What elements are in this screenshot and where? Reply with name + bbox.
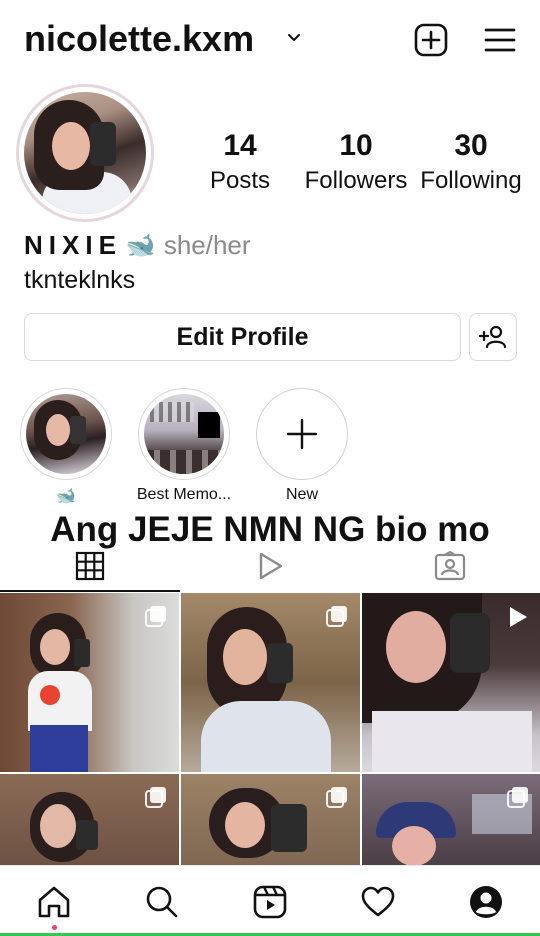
plus-icon	[286, 418, 318, 450]
menu-icon[interactable]	[482, 22, 518, 58]
multi-icon	[507, 787, 528, 808]
chevron-down-icon[interactable]	[286, 30, 302, 46]
profile-icon	[470, 886, 502, 918]
new-highlight-button[interactable]: New	[256, 388, 348, 503]
highlight-label: New	[285, 486, 318, 503]
followers-label: Followers	[304, 167, 408, 194]
tagged-icon	[434, 551, 466, 581]
nav-home[interactable]	[34, 882, 74, 922]
following-label: Following	[420, 167, 522, 194]
posts-stat[interactable]: 14 Posts	[200, 128, 280, 196]
highlight-label: 🐋	[56, 488, 76, 505]
grid-post[interactable]	[181, 593, 360, 772]
pronouns: she/her	[163, 229, 251, 260]
search-icon	[146, 886, 178, 918]
nav-search[interactable]	[142, 882, 182, 922]
avatar-photo	[24, 92, 146, 214]
profile-avatar[interactable]	[16, 84, 154, 222]
highlight-cover	[26, 394, 106, 474]
heart-icon	[361, 886, 395, 917]
home-icon	[38, 886, 70, 918]
edit-profile-button[interactable]: Edit Profile	[24, 313, 461, 361]
story-highlight[interactable]: Best Memo...	[137, 388, 231, 503]
bio-text: tknteklnks	[24, 266, 136, 294]
reels-icon	[259, 552, 283, 580]
tab-posts-grid[interactable]	[0, 544, 180, 588]
top-header: nicolette.kxm	[0, 0, 540, 80]
discover-people-button[interactable]	[469, 313, 517, 361]
multi-icon	[145, 787, 166, 808]
add-post-icon[interactable]	[413, 22, 449, 58]
grid-post[interactable]	[362, 593, 540, 772]
tab-reels[interactable]	[180, 544, 360, 588]
play-icon	[510, 607, 527, 627]
nav-reels[interactable]	[250, 882, 290, 922]
following-count: 30	[454, 129, 488, 162]
multi-icon	[326, 787, 347, 808]
display-name: NIXIE	[24, 229, 122, 260]
video-caption-overlay: Ang JEJE NMN NG bio mo	[50, 510, 490, 549]
nav-profile[interactable]	[466, 882, 506, 922]
name-row: NIXIE 🐋 she/her	[24, 228, 251, 262]
story-highlight[interactable]: 🐋	[20, 388, 112, 505]
posts-label: Posts	[209, 167, 271, 194]
posts-count: 14	[223, 129, 257, 162]
multi-icon	[326, 606, 347, 627]
highlight-label: Best Memo...	[136, 486, 232, 503]
followers-stat[interactable]: 10 Followers	[302, 128, 410, 196]
add-person-icon	[479, 325, 507, 349]
notification-dot	[52, 925, 57, 930]
whale-emoji: 🐋	[125, 231, 156, 259]
reels-icon	[253, 885, 287, 919]
highlight-cover	[144, 394, 224, 474]
active-tab-indicator	[0, 590, 180, 592]
tab-tagged[interactable]	[360, 544, 540, 588]
grid-icon	[75, 551, 105, 581]
grid-post[interactable]	[0, 593, 179, 772]
multi-icon	[145, 606, 166, 627]
nav-activity[interactable]	[358, 882, 398, 922]
username-switcher[interactable]: nicolette.kxm	[24, 18, 254, 60]
bottom-navigation	[0, 865, 540, 936]
followers-count: 10	[339, 129, 373, 162]
following-stat[interactable]: 30 Following	[418, 128, 524, 196]
